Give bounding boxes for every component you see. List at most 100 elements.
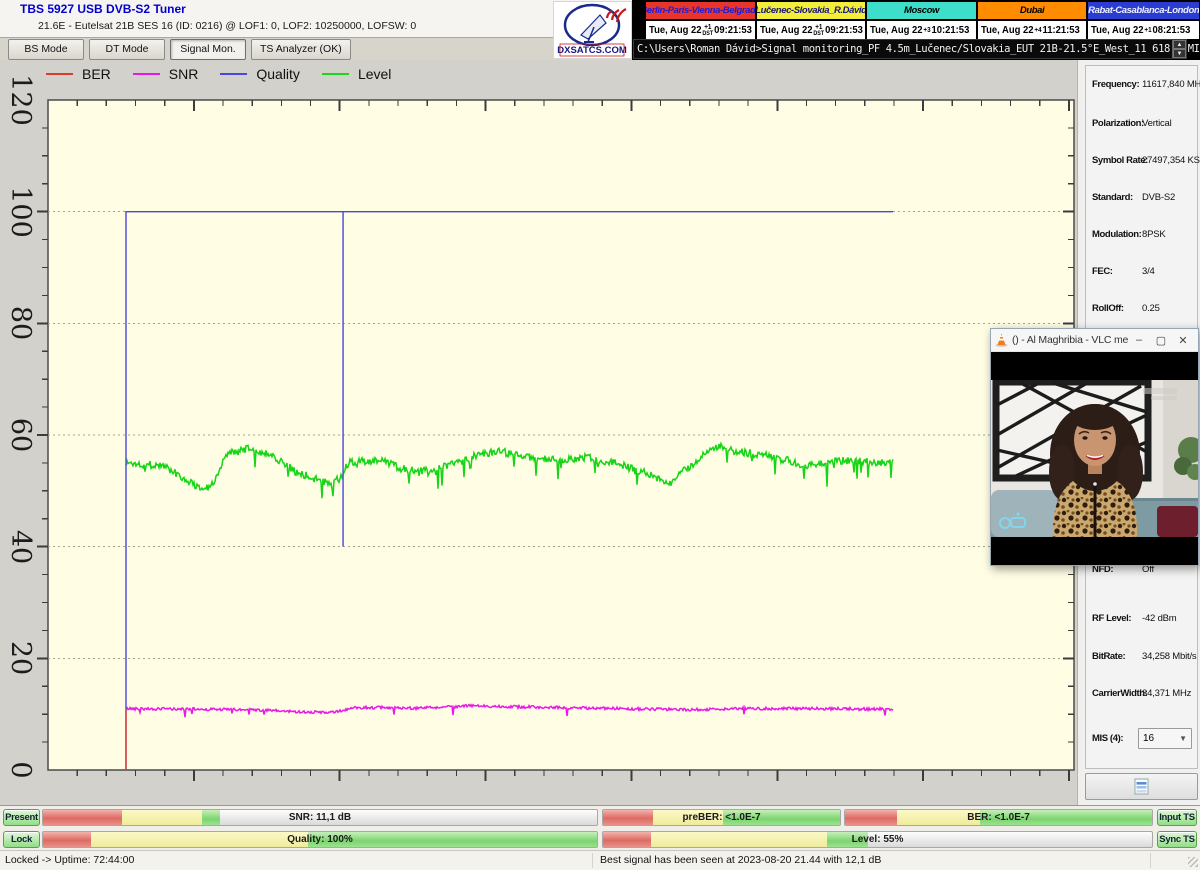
info-value: 11617,840 MHz bbox=[1142, 79, 1200, 90]
console-window[interactable]: C:\Users\Roman Dávid>Signal monitoring_P… bbox=[633, 39, 1187, 59]
tab-signal-mon-[interactable]: Signal Mon. bbox=[170, 39, 246, 60]
resize-grip[interactable] bbox=[1188, 857, 1198, 867]
y-axis-tick-label: 20 bbox=[4, 623, 36, 693]
level-bar: Level: 55% bbox=[602, 831, 1153, 848]
vlc-title: () - Al Maghribia - VLC media... bbox=[1012, 334, 1128, 346]
status-separator bbox=[1150, 853, 1151, 868]
signal-chart-area: BERSNRQualityLevel 020406080100120 bbox=[0, 60, 1078, 805]
scroll-up-icon[interactable]: ▲ bbox=[1173, 40, 1186, 49]
clock-city-label: Lučenec-Slovakia_R.Dávid bbox=[757, 2, 866, 21]
tab-bs-mode[interactable]: BS Mode bbox=[8, 39, 84, 60]
cushion-red bbox=[1157, 506, 1198, 537]
lock-uptime-status: Locked -> Uptime: 72:44:00 bbox=[5, 854, 134, 866]
clock-rabat-casablanca-london: Rabat-Casablanca-LondonTue, Aug 22+108:2… bbox=[1088, 2, 1199, 39]
scroll-down-icon[interactable]: ▼ bbox=[1173, 49, 1186, 58]
vlc-window[interactable]: () - Al Maghribia - VLC media... – ▢ ✕ bbox=[990, 328, 1199, 566]
info-value: -42 dBm bbox=[1142, 613, 1177, 624]
info-value: 34,371 MHz bbox=[1142, 688, 1191, 699]
y-axis-tick-label: 40 bbox=[4, 512, 36, 582]
clock-time: Tue, Aug 22+108:21:53 bbox=[1088, 21, 1199, 39]
vlc-video-area bbox=[991, 352, 1198, 565]
mis-select[interactable]: 16▼ bbox=[1138, 728, 1192, 749]
sync-ts-button[interactable]: Sync TS bbox=[1157, 831, 1197, 848]
vlc-titlebar[interactable]: () - Al Maghribia - VLC media... – ▢ ✕ bbox=[991, 329, 1198, 352]
vlc-close-button[interactable]: ✕ bbox=[1172, 331, 1194, 350]
info-value: Vertical bbox=[1142, 118, 1172, 129]
info-label: Frequency: bbox=[1092, 79, 1139, 90]
clock-moscow: MoscowTue, Aug 22+310:21:53 bbox=[867, 2, 978, 39]
console-scrollbar[interactable]: ▲ ▼ bbox=[1172, 40, 1186, 58]
clock-dubai: DubaiTue, Aug 22+411:21:53 bbox=[978, 2, 1089, 39]
tab-strip: BS ModeDT ModeSignal Mon.TS Analyzer (OK… bbox=[0, 38, 632, 60]
vlc-cone-icon bbox=[995, 333, 1008, 347]
info-value: 27497,354 KS/s bbox=[1142, 155, 1200, 166]
presenter bbox=[1049, 404, 1143, 537]
status-bar: Locked -> Uptime: 72:44:00 Best signal h… bbox=[0, 850, 1200, 870]
lock-button[interactable]: Lock bbox=[3, 831, 40, 848]
info-label: Symbol Rate: bbox=[1092, 155, 1148, 166]
clock-city-label: Rabat-Casablanca-London bbox=[1088, 2, 1199, 21]
input-ts-button[interactable]: Input TS bbox=[1157, 809, 1197, 826]
vlc-minimize-button[interactable]: – bbox=[1128, 331, 1150, 350]
info-row-carrierwidth-: CarrierWidth:34,371 MHz bbox=[1086, 688, 1197, 702]
info-value: DVB-S2 bbox=[1142, 192, 1175, 203]
app-title: TBS 5927 USB DVB-S2 Tuner bbox=[20, 2, 186, 16]
list-icon bbox=[1134, 778, 1149, 795]
info-label: BitRate: bbox=[1092, 651, 1125, 662]
console-command-text: C:\Users\Roman Dávid>Signal monitoring_P… bbox=[637, 43, 1200, 55]
ts-list-button[interactable] bbox=[1085, 773, 1198, 800]
info-label: Standard: bbox=[1092, 192, 1133, 203]
ber-bar: BER: <1.0E-7 bbox=[844, 809, 1153, 826]
video-frame bbox=[991, 380, 1198, 537]
world-clocks: Berlin-Paris-Vienna-Belgrade Tue, Aug 22+… bbox=[645, 1, 1200, 40]
y-axis-tick-label: 60 bbox=[4, 400, 36, 470]
info-label: MIS (4): bbox=[1092, 733, 1123, 744]
tab-dt-mode[interactable]: DT Mode bbox=[89, 39, 165, 60]
tab-ts-analyzer-ok-[interactable]: TS Analyzer (OK) bbox=[251, 39, 351, 60]
info-label: RF Level: bbox=[1092, 613, 1131, 624]
info-value: 0.25 bbox=[1142, 303, 1160, 314]
info-value: 8PSK bbox=[1142, 229, 1166, 240]
info-row-rf-level-: RF Level: -42 dBm bbox=[1086, 613, 1197, 627]
level-bar-label: Level: 55% bbox=[603, 832, 1152, 847]
satellite-dish-icon: DXSATCS.COM bbox=[554, 2, 631, 58]
clock-time: Tue, Aug 22+310:21:53 bbox=[867, 21, 976, 39]
cushion-left bbox=[991, 490, 1057, 537]
clock-city-label: Berlin-Paris-Vienna-Belgrade bbox=[646, 2, 755, 21]
y-axis-tick-label: 100 bbox=[4, 177, 36, 247]
clock-city-label: Moscow bbox=[867, 2, 976, 21]
info-value: 34,258 Mbit/s bbox=[1142, 651, 1196, 662]
quality-bar: Quality: 100% bbox=[42, 831, 598, 848]
dxsatcs-logo: DXSATCS.COM bbox=[553, 1, 632, 59]
info-label: RollOff: bbox=[1092, 303, 1124, 314]
status-separator bbox=[592, 853, 593, 868]
y-axis-tick-label: 0 bbox=[4, 735, 36, 805]
info-row-fec-: FEC: 3/4 bbox=[1086, 266, 1197, 280]
info-row-rolloff-: RollOff: 0.25 bbox=[1086, 303, 1197, 317]
snr-bar-label: SNR: 11,1 dB bbox=[43, 810, 597, 825]
signal-chart bbox=[0, 60, 1078, 805]
snr-bar: SNR: 11,1 dB bbox=[42, 809, 598, 826]
clock-lu-enec-slovakia-r-d-vid: Lučenec-Slovakia_R.DávidTue, Aug 22+1DST… bbox=[757, 2, 868, 39]
info-value: 3/4 bbox=[1142, 266, 1155, 277]
best-signal-status: Best signal has been seen at 2023-08-20 … bbox=[600, 854, 881, 866]
transponder-subtitle: 21.6E - Eutelsat 21B SES 16 (ID: 0216) @… bbox=[38, 20, 416, 32]
vlc-maximize-button[interactable]: ▢ bbox=[1150, 331, 1172, 350]
quality-bar-label: Quality: 100% bbox=[43, 832, 597, 847]
info-row-mis-4-: MIS (4):16▼ bbox=[1086, 733, 1197, 747]
ber-bar-label: BER: <1.0E-7 bbox=[845, 810, 1152, 825]
preber-bar: preBER: <1.0E-7 bbox=[602, 809, 841, 826]
info-row-bitrate-: BitRate: 34,258 Mbit/s bbox=[1086, 651, 1197, 665]
info-label: Modulation: bbox=[1092, 229, 1141, 240]
clock-time: Tue, Aug 22+411:21:53 bbox=[978, 21, 1087, 39]
info-label: FEC: bbox=[1092, 266, 1113, 277]
header: TBS 5927 USB DVB-S2 Tuner 21.6E - Eutels… bbox=[0, 0, 632, 38]
mis-selected-value: 16 bbox=[1143, 733, 1154, 744]
preber-bar-label: preBER: <1.0E-7 bbox=[603, 810, 840, 825]
info-row-modulation-: Modulation:8PSK bbox=[1086, 229, 1197, 243]
present-button[interactable]: Present bbox=[3, 809, 40, 826]
info-label: CarrierWidth: bbox=[1092, 688, 1147, 699]
info-row-polarization-: Polarization:Vertical bbox=[1086, 118, 1197, 132]
y-axis-tick-label: 120 bbox=[4, 65, 36, 135]
signal-status-bars: Present Lock Input TS Sync TS SNR: 11,1 dB Qu… bbox=[0, 805, 1200, 850]
